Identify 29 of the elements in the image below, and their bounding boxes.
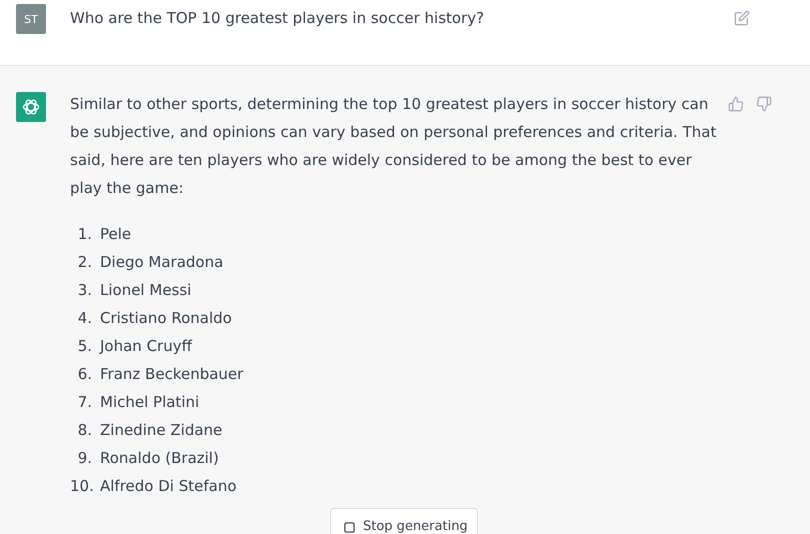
player-name: Pele: [100, 224, 132, 245]
list-number: 7.: [76, 392, 92, 413]
thumbs-up-icon[interactable]: [728, 96, 744, 112]
list-number: 9.: [76, 448, 92, 469]
stop-generating-button[interactable]: Stop generating: [330, 508, 478, 534]
player-name: Zinedine Zidane: [100, 420, 222, 441]
user-message: Who are the TOP 10 greatest players in soccer history?: [70, 8, 486, 29]
player-name: Diego Maradona: [100, 252, 224, 273]
thumbs-down-icon[interactable]: [756, 96, 772, 112]
user-avatar: ST: [16, 4, 46, 34]
player-name: Johan Cruyff: [100, 336, 192, 357]
list-number: 4.: [76, 308, 92, 329]
player-name: Cristiano Ronaldo: [100, 308, 232, 329]
player-name: Franz Beckenbauer: [100, 364, 244, 385]
list-number: 5.: [76, 336, 92, 357]
list-number: 2.: [76, 252, 92, 273]
list-number: 1.: [76, 224, 92, 245]
stop-icon: [344, 522, 355, 533]
edit-icon[interactable]: [734, 10, 750, 26]
response-paragraph: Similar to other sports, determining the top 10 greatest players in soccer history can be subjective, and opinions can vary based on personal preferences and criteria. That said, here are ten players who are widely considered to be among the best to ever play the game:: [70, 94, 718, 199]
list-number: 10.: [70, 476, 92, 497]
list-number: 8.: [76, 420, 92, 441]
player-name: Ronaldo (Brazil): [100, 448, 219, 469]
list-number: 3.: [76, 280, 92, 301]
player-name: Lionel Messi: [100, 280, 192, 301]
player-name: Alfredo Di Stefano: [100, 476, 237, 497]
player-name: Michel Platini: [100, 392, 200, 413]
list-number: 6.: [76, 364, 92, 385]
assistant-logo-icon: [16, 92, 46, 122]
